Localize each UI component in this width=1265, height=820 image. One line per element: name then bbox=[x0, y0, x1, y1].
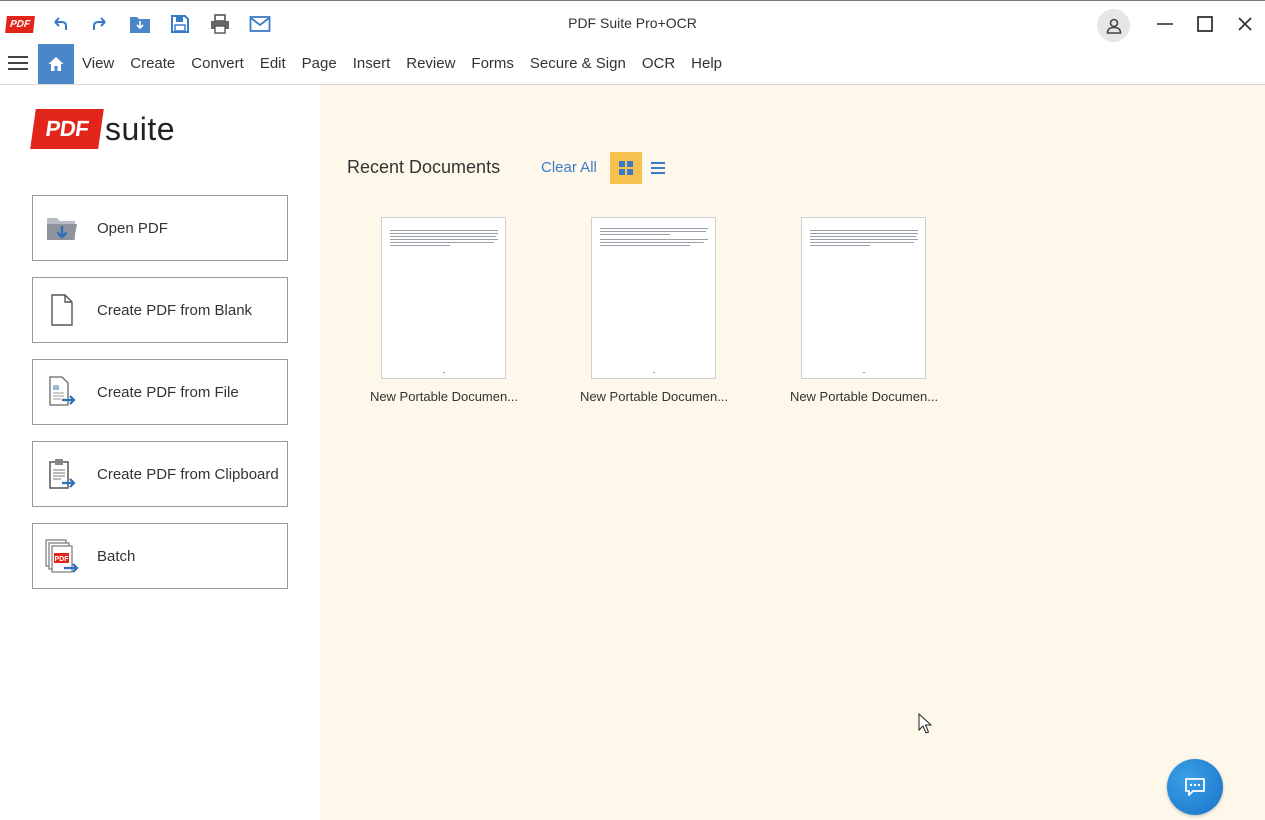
menu-help[interactable]: Help bbox=[683, 44, 730, 84]
action-label: Create PDF from Blank bbox=[97, 301, 253, 319]
home-button[interactable] bbox=[38, 44, 74, 84]
recent-documents-panel: Recent Documents Clear All New Portable … bbox=[320, 85, 1265, 820]
document-thumbnail[interactable] bbox=[801, 217, 926, 379]
recent-document-card[interactable]: New Portable Documen... bbox=[570, 217, 730, 404]
document-thumbnail[interactable] bbox=[381, 217, 506, 379]
grid-view-button[interactable] bbox=[610, 152, 642, 184]
clipboard-icon bbox=[43, 455, 81, 493]
action-label: Create PDF from Clipboard bbox=[97, 465, 279, 483]
title-bar: PDF PDF Suite Pro+OCR bbox=[0, 0, 1265, 44]
mail-icon[interactable] bbox=[248, 12, 272, 36]
file-convert-icon bbox=[43, 373, 81, 411]
create-from-file-button[interactable]: Create PDF from File bbox=[32, 359, 288, 425]
save-icon[interactable] bbox=[168, 12, 192, 36]
open-pdf-button[interactable]: Open PDF bbox=[32, 195, 288, 261]
action-label: Create PDF from File bbox=[97, 383, 239, 401]
action-label: Batch bbox=[97, 547, 136, 565]
document-thumbnail[interactable] bbox=[591, 217, 716, 379]
window-title: PDF Suite Pro+OCR bbox=[568, 15, 697, 31]
document-name[interactable]: New Portable Documen... bbox=[570, 389, 738, 404]
menu-forms[interactable]: Forms bbox=[463, 44, 522, 84]
menu-review[interactable]: Review bbox=[398, 44, 463, 84]
clear-all-link[interactable]: Clear All bbox=[541, 159, 597, 176]
redo-icon[interactable] bbox=[88, 12, 112, 36]
close-icon[interactable] bbox=[1234, 13, 1256, 35]
action-label: Open PDF bbox=[97, 219, 168, 237]
app-logo: PDF bbox=[5, 16, 35, 33]
menu-bar: View Create Convert Edit Page Insert Rev… bbox=[0, 44, 1265, 85]
open-folder-icon bbox=[43, 209, 81, 247]
menu-insert[interactable]: Insert bbox=[345, 44, 399, 84]
brand-logo: PDF suite bbox=[30, 108, 176, 150]
document-name[interactable]: New Portable Documen... bbox=[780, 389, 948, 404]
menu-page[interactable]: Page bbox=[294, 44, 345, 84]
menu-create[interactable]: Create bbox=[122, 44, 183, 84]
recent-document-card[interactable]: New Portable Documen... bbox=[780, 217, 940, 404]
grid-view-icon bbox=[619, 161, 633, 175]
menu-secure-sign[interactable]: Secure & Sign bbox=[522, 44, 634, 84]
account-avatar[interactable] bbox=[1097, 9, 1130, 42]
list-view-icon bbox=[651, 162, 665, 174]
undo-icon[interactable] bbox=[48, 12, 72, 36]
brand-logo-pdf: PDF bbox=[30, 109, 104, 149]
start-panel: PDF suite Open PDF Create PDF from Blank… bbox=[0, 85, 320, 820]
create-from-clipboard-button[interactable]: Create PDF from Clipboard bbox=[32, 441, 288, 507]
home-icon bbox=[48, 57, 64, 71]
svg-text:PDF: PDF bbox=[55, 556, 70, 563]
brand-logo-suite: suite bbox=[105, 110, 176, 147]
maximize-icon[interactable] bbox=[1194, 13, 1216, 35]
mouse-cursor-icon bbox=[918, 712, 933, 735]
chat-icon bbox=[1185, 778, 1205, 796]
menu-edit[interactable]: Edit bbox=[252, 44, 294, 84]
recent-documents-title: Recent Documents bbox=[347, 157, 501, 177]
batch-button[interactable]: PDF Batch bbox=[32, 523, 288, 589]
hamburger-menu-icon[interactable] bbox=[8, 56, 28, 72]
chat-support-button[interactable] bbox=[1167, 759, 1223, 815]
user-icon bbox=[1106, 18, 1121, 34]
open-folder-icon[interactable] bbox=[128, 12, 152, 36]
menu-ocr[interactable]: OCR bbox=[634, 44, 683, 84]
recent-document-card[interactable]: New Portable Documen... bbox=[360, 217, 520, 404]
blank-page-icon bbox=[43, 291, 81, 329]
print-icon[interactable] bbox=[208, 12, 232, 36]
list-view-button[interactable] bbox=[648, 152, 668, 184]
document-name[interactable]: New Portable Documen... bbox=[360, 389, 528, 404]
minimize-icon[interactable] bbox=[1154, 13, 1176, 35]
batch-icon: PDF bbox=[43, 537, 81, 575]
menu-view[interactable]: View bbox=[74, 44, 122, 84]
create-blank-button[interactable]: Create PDF from Blank bbox=[32, 277, 288, 343]
menu-convert[interactable]: Convert bbox=[183, 44, 252, 84]
